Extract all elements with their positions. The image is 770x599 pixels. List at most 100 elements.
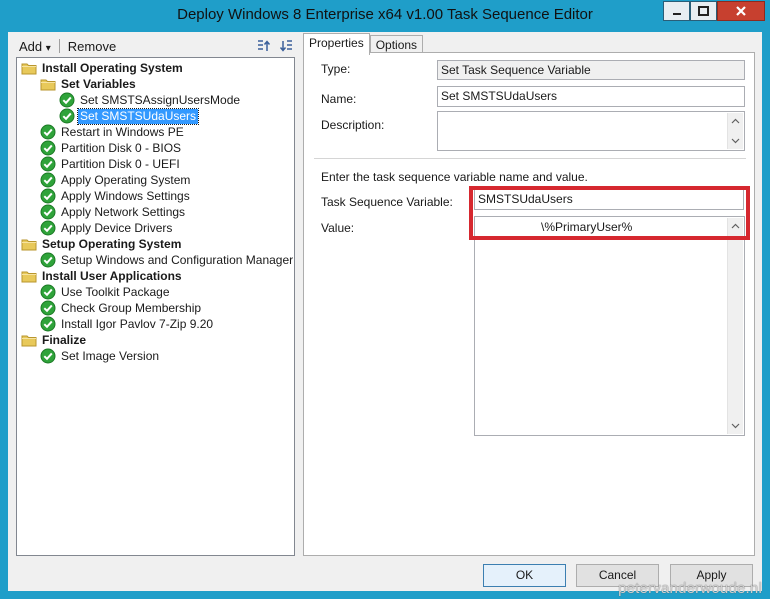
tree-step[interactable]: Partition Disk 0 - UEFI (40, 156, 182, 172)
remove-button[interactable]: Remove (65, 39, 119, 54)
scroll-up-button[interactable] (728, 113, 743, 129)
folder-icon (21, 60, 37, 76)
green-check-icon (40, 220, 56, 236)
description-scrollbar[interactable] (727, 113, 743, 149)
tree-step[interactable]: Apply Operating System (40, 172, 192, 188)
section-divider (314, 158, 746, 159)
minimize-icon (672, 13, 681, 15)
tree-item-label: Check Group Membership (61, 300, 202, 315)
name-input[interactable]: Set SMSTSUdaUsers (437, 86, 745, 107)
green-check-icon (40, 188, 56, 204)
tree-item-label: Set SMSTSUdaUsers (76, 107, 200, 125)
maximize-icon (698, 6, 709, 16)
green-check-icon (40, 204, 56, 220)
tab-strip: Properties Options (303, 33, 424, 55)
tree-item-label: Install User Applications (42, 268, 182, 283)
tree-step[interactable]: Set SMSTSAssignUsersMode (59, 92, 242, 108)
folder-icon (40, 76, 56, 92)
green-check-icon (40, 140, 56, 156)
green-check-icon (40, 300, 56, 316)
tree-step[interactable]: Apply Network Settings (40, 204, 187, 220)
tree-item-label: Set SMSTSAssignUsersMode (80, 92, 241, 107)
tree-item-label: Apply Operating System (61, 172, 191, 187)
ok-button[interactable]: OK (483, 564, 566, 587)
tree-item-label: Partition Disk 0 - UEFI (61, 156, 180, 171)
tree-item-label: Install Operating System (42, 60, 183, 75)
type-label: Type: (321, 62, 351, 76)
tree-step[interactable]: Set SMSTSUdaUsers (59, 107, 200, 125)
variable-label: Task Sequence Variable: (321, 195, 453, 209)
maximize-button[interactable] (690, 1, 717, 21)
move-down-button[interactable] (278, 37, 296, 55)
chevron-up-icon (731, 118, 740, 124)
tree-step[interactable]: Apply Windows Settings (40, 188, 192, 204)
close-button[interactable] (717, 1, 765, 21)
tree-step[interactable]: Check Group Membership (40, 300, 203, 316)
green-check-icon (59, 108, 75, 124)
tree-group[interactable]: Install User Applications (21, 268, 184, 284)
green-check-icon (40, 172, 56, 188)
tree-item-label: Partition Disk 0 - BIOS (61, 140, 182, 155)
tree-step[interactable]: Setup Windows and Configuration Manager (40, 252, 295, 268)
title-bar[interactable]: Deploy Windows 8 Enterprise x64 v1.00 Ta… (0, 0, 770, 32)
chevron-down-icon (731, 423, 740, 429)
tree-item-label: Finalize (42, 332, 87, 347)
scroll-down-button[interactable] (728, 418, 743, 434)
task-sequence-tree[interactable]: Install Operating System Set Variables Set… (16, 57, 295, 556)
move-down-icon (279, 40, 292, 52)
green-check-icon (40, 348, 56, 364)
toolbar-divider (58, 39, 60, 53)
description-label: Description: (321, 118, 385, 132)
tree-item-label: Install Igor Pavlov 7-Zip 9.20 (61, 316, 214, 331)
description-input[interactable] (437, 111, 745, 151)
tree-item-label: Apply Windows Settings (61, 188, 190, 203)
properties-panel: Type: Set Task Sequence Variable Name: S… (303, 52, 755, 556)
tree-item-label: Use Toolkit Package (61, 284, 170, 299)
tree-item-label: Setup Windows and Configuration Manager (61, 252, 294, 267)
tree-item-label: Restart in Windows PE (61, 124, 184, 139)
green-check-icon (40, 252, 56, 268)
tree-step[interactable]: Apply Device Drivers (40, 220, 174, 236)
green-check-icon (40, 316, 56, 332)
folder-icon (21, 268, 37, 284)
tree-group[interactable]: Finalize (21, 332, 88, 348)
value-input[interactable]: \%PrimaryUser% (474, 216, 745, 436)
value-label: Value: (321, 221, 355, 235)
green-check-icon (40, 156, 56, 172)
tab-properties[interactable]: Properties (303, 33, 370, 55)
minimize-button[interactable] (663, 1, 690, 21)
tree-item-label: Apply Device Drivers (61, 220, 173, 235)
tree-step[interactable]: Set Image Version (40, 348, 161, 364)
green-check-icon (40, 124, 56, 140)
tree-step[interactable]: Use Toolkit Package (40, 284, 172, 300)
add-button-label: Add (19, 38, 43, 54)
chevron-down-icon (731, 138, 740, 144)
folder-icon (21, 236, 37, 252)
tree-item-label: Setup Operating System (42, 236, 182, 251)
tree-group[interactable]: Install Operating System (21, 60, 185, 76)
tree-step[interactable]: Restart in Windows PE (40, 124, 186, 140)
toolbar-icon-group (254, 37, 296, 55)
highlight-annotation (469, 186, 750, 240)
folder-icon (21, 332, 37, 348)
editor-window: Deploy Windows 8 Enterprise x64 v1.00 Ta… (0, 0, 770, 599)
tree-toolbar: Add ▾ Remove (16, 36, 296, 56)
tree-item-label: Set Image Version (61, 348, 160, 363)
close-icon (736, 6, 746, 16)
value-scrollbar[interactable] (727, 218, 743, 434)
instruction-text: Enter the task sequence variable name an… (321, 170, 588, 184)
name-label: Name: (321, 92, 357, 106)
tree-group[interactable]: Setup Operating System (21, 236, 183, 252)
add-button[interactable]: Add ▾ (16, 39, 54, 54)
move-up-button[interactable] (254, 37, 272, 55)
tree-step[interactable]: Partition Disk 0 - BIOS (40, 140, 183, 156)
watermark: petervanderwoude.nl (618, 580, 762, 597)
tree-step[interactable]: Install Igor Pavlov 7-Zip 9.20 (40, 316, 215, 332)
tree-group[interactable]: Set Variables (40, 76, 138, 92)
editor-client-area: Add ▾ Remove Install Operating System Se… (8, 32, 762, 591)
scroll-down-button[interactable] (728, 133, 743, 149)
type-field: Set Task Sequence Variable (437, 60, 745, 80)
tree-item-label: Set Variables (61, 76, 136, 91)
move-up-icon (258, 40, 271, 51)
window-title: Deploy Windows 8 Enterprise x64 v1.00 Ta… (177, 6, 593, 23)
